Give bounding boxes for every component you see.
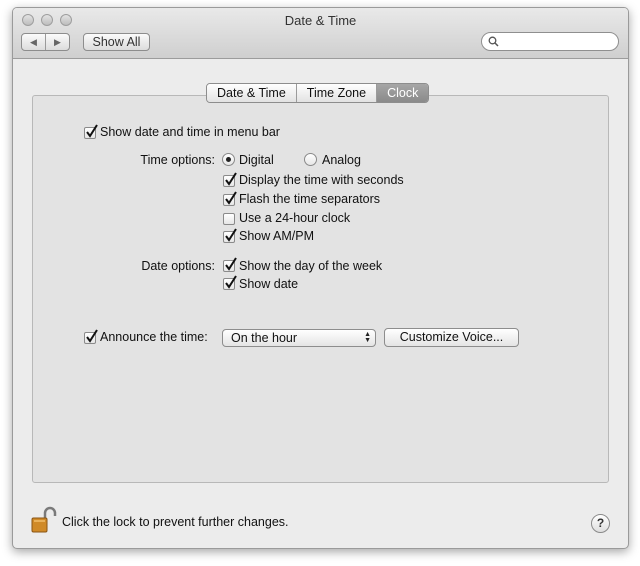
- show-in-menu-bar-label: Show date and time in menu bar: [100, 125, 280, 139]
- show-day-of-week-label: Show the day of the week: [239, 259, 383, 273]
- checkmark-icon: [225, 191, 237, 205]
- show-day-of-week-checkbox[interactable]: [223, 257, 237, 272]
- help-button[interactable]: ?: [591, 514, 610, 533]
- preferences-window: Date & Time ◀ ▶ Show All Date & Time Tim…: [12, 7, 629, 549]
- flash-separators-checkbox[interactable]: [223, 191, 237, 206]
- popup-arrows-icon: ▲ ▼: [364, 331, 371, 344]
- tab-clock[interactable]: Clock: [376, 84, 429, 102]
- announce-time-label: Announce the time:: [100, 330, 208, 344]
- lock-message: Click the lock to prevent further change…: [62, 515, 289, 529]
- customize-voice-button[interactable]: Customize Voice...: [384, 328, 519, 347]
- checkmark-icon: [86, 329, 98, 343]
- show-date-checkbox[interactable]: [223, 275, 237, 290]
- tab-bar: Date & Time Time Zone Clock: [206, 83, 430, 103]
- forward-arrow-icon[interactable]: ▶: [45, 34, 69, 50]
- window-title: Date & Time: [284, 13, 357, 28]
- checkmark-icon: [225, 257, 237, 271]
- use-24-hour-checkbox[interactable]: [223, 213, 235, 225]
- back-forward-control: ◀ ▶: [21, 33, 70, 51]
- search-icon: [488, 36, 499, 47]
- analog-label: Analog: [322, 153, 361, 167]
- announce-time-checkbox[interactable]: [84, 329, 98, 344]
- title-bar: Date & Time ◀ ▶ Show All: [13, 8, 628, 59]
- show-date-label: Show date: [239, 277, 299, 291]
- checkmark-icon: [225, 172, 237, 186]
- tab-time-zone[interactable]: Time Zone: [295, 84, 377, 102]
- display-seconds-label: Display the time with seconds: [239, 173, 404, 187]
- analog-radio[interactable]: [304, 153, 317, 166]
- show-in-menu-bar-checkbox[interactable]: [84, 124, 98, 139]
- announce-interval-popup[interactable]: On the hour ▲ ▼: [222, 329, 376, 347]
- digital-radio[interactable]: [222, 153, 235, 166]
- digital-label: Digital: [239, 153, 274, 167]
- flash-separators-label: Flash the time separators: [239, 192, 381, 206]
- date-options-label: Date options:: [141, 259, 215, 273]
- tab-date-time[interactable]: Date & Time: [207, 84, 296, 102]
- unlocked-padlock-icon[interactable]: [29, 505, 59, 535]
- checkmark-icon: [86, 124, 98, 138]
- use-24-hour-label: Use a 24-hour clock: [239, 211, 351, 225]
- time-options-label: Time options:: [140, 153, 215, 167]
- checkmark-icon: [225, 275, 237, 289]
- search-field[interactable]: [481, 32, 619, 51]
- display-seconds-checkbox[interactable]: [223, 172, 237, 187]
- show-am-pm-checkbox[interactable]: [223, 228, 237, 243]
- checkmark-icon: [225, 228, 237, 242]
- show-am-pm-label: Show AM/PM: [239, 229, 315, 243]
- announce-interval-value: On the hour: [231, 331, 298, 345]
- show-all-button[interactable]: Show All: [83, 33, 150, 51]
- back-arrow-icon[interactable]: ◀: [22, 34, 45, 50]
